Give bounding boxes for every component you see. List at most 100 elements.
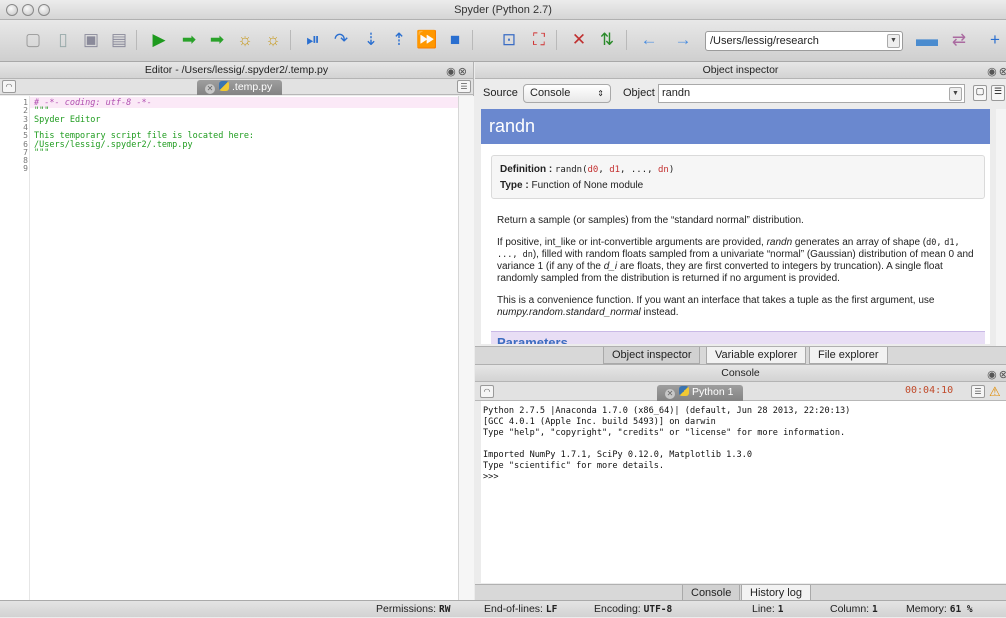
source-select[interactable]: Console ⇕ — [523, 84, 611, 103]
editor-title: Editor - /Users/lessig/.spyder2/.temp.py — [144, 64, 329, 76]
doc-math: d_i — [603, 261, 618, 272]
encoding-label: Encoding: — [594, 603, 641, 615]
parent-dir-icon[interactable]: ⇄ — [948, 29, 970, 51]
line-value: 1 — [777, 604, 784, 615]
editor-tab-strip: ◠ ✕ .temp.py ☰ — [0, 79, 473, 95]
doc-text: generates an array of shape ( — [792, 237, 927, 248]
definition-label: Definition : — [500, 164, 553, 175]
updown-arrows-icon: ⇕ — [597, 89, 604, 98]
browse-tabs-icon[interactable]: ◠ — [480, 385, 494, 398]
doc-text: If positive, int_like or int-convertible… — [497, 237, 767, 248]
browse-folder-icon[interactable]: ▬ — [912, 28, 942, 50]
console-output[interactable]: Python 2.7.5 |Anaconda 1.7.0 (x86_64)| (… — [481, 401, 1006, 583]
object-heading: randn — [481, 109, 990, 144]
fullscreen-icon[interactable]: ⛶ — [528, 29, 550, 51]
step-return-icon[interactable]: ⇡ — [388, 29, 410, 51]
memory-value: 61 % — [949, 604, 973, 615]
toolbar-separator — [556, 30, 557, 50]
object-label: Object — [623, 87, 655, 99]
save-all-icon[interactable]: ▤ — [108, 29, 130, 51]
editor-scrollbar[interactable] — [458, 96, 474, 600]
editor-tab-label: .temp.py — [232, 81, 273, 93]
console-tab-python1[interactable]: ✕ Python 1 — [657, 385, 744, 401]
column-value: 1 — [872, 604, 878, 615]
working-directory-value: /Users/lessig/research — [710, 35, 819, 47]
permissions-label: Permissions: — [376, 603, 437, 615]
toolbar-separator — [290, 30, 291, 50]
toolbar-separator — [136, 30, 137, 50]
inspector-title: Object inspector — [702, 64, 779, 76]
doc-code: d0, — [926, 238, 942, 248]
close-tab-icon[interactable]: ✕ — [665, 389, 675, 399]
doc-paragraph-3: This is a convenience function. If you w… — [497, 295, 982, 319]
debug-icon[interactable]: ☼ — [234, 29, 256, 51]
chevron-down-icon[interactable]: ▼ — [887, 34, 900, 48]
python-file-icon — [219, 81, 229, 91]
run-again-icon[interactable]: ➡ — [206, 29, 228, 51]
line-number: 9 — [23, 164, 28, 174]
options-icon[interactable]: ☰ — [991, 85, 1005, 101]
browse-tabs-icon[interactable]: ◠ — [2, 80, 16, 93]
tab-variable-explorer[interactable]: Variable explorer — [706, 347, 807, 364]
title-bar: Spyder (Python 2.7) — [0, 0, 1006, 20]
column-label: Column: — [830, 603, 870, 615]
lock-icon[interactable]: ▢ — [973, 85, 987, 101]
save-icon[interactable]: ▣ — [80, 29, 102, 51]
inspector-content: randn Definition : randn(d0, d1, ..., dn… — [481, 109, 990, 344]
debug-continue-icon[interactable]: ⏯ — [302, 29, 324, 51]
back-icon[interactable]: ← — [638, 29, 660, 51]
minimize-window-button[interactable] — [22, 4, 34, 16]
line-number-gutter: 123456789 — [0, 96, 30, 600]
continue-icon[interactable]: ⏩ — [416, 29, 438, 51]
chevron-down-icon[interactable]: ▼ — [949, 87, 962, 101]
run-icon[interactable]: ▶ — [148, 29, 170, 51]
close-window-button[interactable] — [6, 4, 18, 16]
warning-icon[interactable]: ⚠ — [989, 384, 1001, 400]
console-tab-strip: ◠ ✕ Python 1 00:04:10 ☰ ⚠ — [475, 382, 1006, 401]
source-select-value: Console — [530, 87, 571, 99]
toolbar-separator — [626, 30, 627, 50]
memory-status: Memory: 61 % — [906, 601, 973, 618]
pythonpath-icon[interactable]: ⇅ — [596, 29, 618, 51]
stop-icon[interactable]: ■ — [444, 29, 466, 51]
tab-object-inspector[interactable]: Object inspector — [603, 347, 701, 364]
eol-status: End-of-lines: LF — [484, 601, 557, 618]
close-tab-icon[interactable]: ✕ — [205, 84, 215, 94]
open-file-icon[interactable]: ▯ — [52, 29, 74, 51]
doc-emphasis: numpy.random.standard_normal — [497, 307, 641, 318]
step-icon[interactable]: ↷ — [330, 29, 352, 51]
code-line: """ — [34, 147, 50, 158]
forward-icon[interactable]: → — [672, 29, 694, 51]
object-input-value: randn — [662, 87, 691, 99]
definition-arg: d1 — [609, 165, 621, 175]
set-directory-icon[interactable]: + — [984, 29, 1006, 51]
new-file-icon[interactable]: ▢ — [22, 29, 44, 51]
step-into-icon[interactable]: ⇣ — [360, 29, 382, 51]
maximize-pane-icon[interactable]: ⊡ — [498, 29, 520, 51]
object-inspector-panel: Object inspector ◉⊗ Source Console ⇕ Obje… — [475, 62, 1006, 364]
editor-options-icon[interactable]: ☰ — [457, 80, 471, 93]
source-label: Source — [483, 87, 518, 99]
code-editor[interactable]: 123456789 # -*- coding: utf-8 -*- """ Spyd… — [0, 96, 474, 600]
inspector-tab-bar: Object inspector Variable explorer File … — [475, 346, 1006, 364]
console-options-icon[interactable]: ☰ — [971, 385, 985, 398]
editor-panel: Editor - /Users/lessig/.spyder2/.temp.py… — [0, 62, 474, 600]
debug-run-icon[interactable]: ☼ — [262, 29, 284, 51]
code-line: Spyder Editor — [34, 114, 101, 125]
definition-arg: dn — [658, 165, 669, 175]
definition-line: Definition : randn(d0, d1, ..., dn) — [500, 162, 976, 178]
working-directory-combo[interactable]: /Users/lessig/research ▼ — [705, 31, 903, 51]
type-value: Function of None module — [531, 180, 644, 191]
run-selection-icon[interactable]: ➡ — [178, 29, 200, 51]
status-bar: Permissions: RW End-of-lines: LF Encodin… — [0, 600, 1006, 617]
tab-file-explorer[interactable]: File explorer — [809, 347, 888, 364]
permissions-status: Permissions: RW — [376, 601, 450, 618]
definition-signature: randn(d0, d1, ..., dn) — [555, 165, 675, 175]
object-input[interactable]: randn ▼ — [658, 84, 965, 103]
editor-tab-temp[interactable]: ✕ .temp.py — [197, 80, 283, 95]
console-title: Console — [721, 367, 760, 379]
inspector-scrollbar[interactable] — [996, 109, 1006, 346]
type-label: Type : — [500, 180, 529, 191]
preferences-icon[interactable]: ✕ — [568, 29, 590, 51]
zoom-window-button[interactable] — [38, 4, 50, 16]
